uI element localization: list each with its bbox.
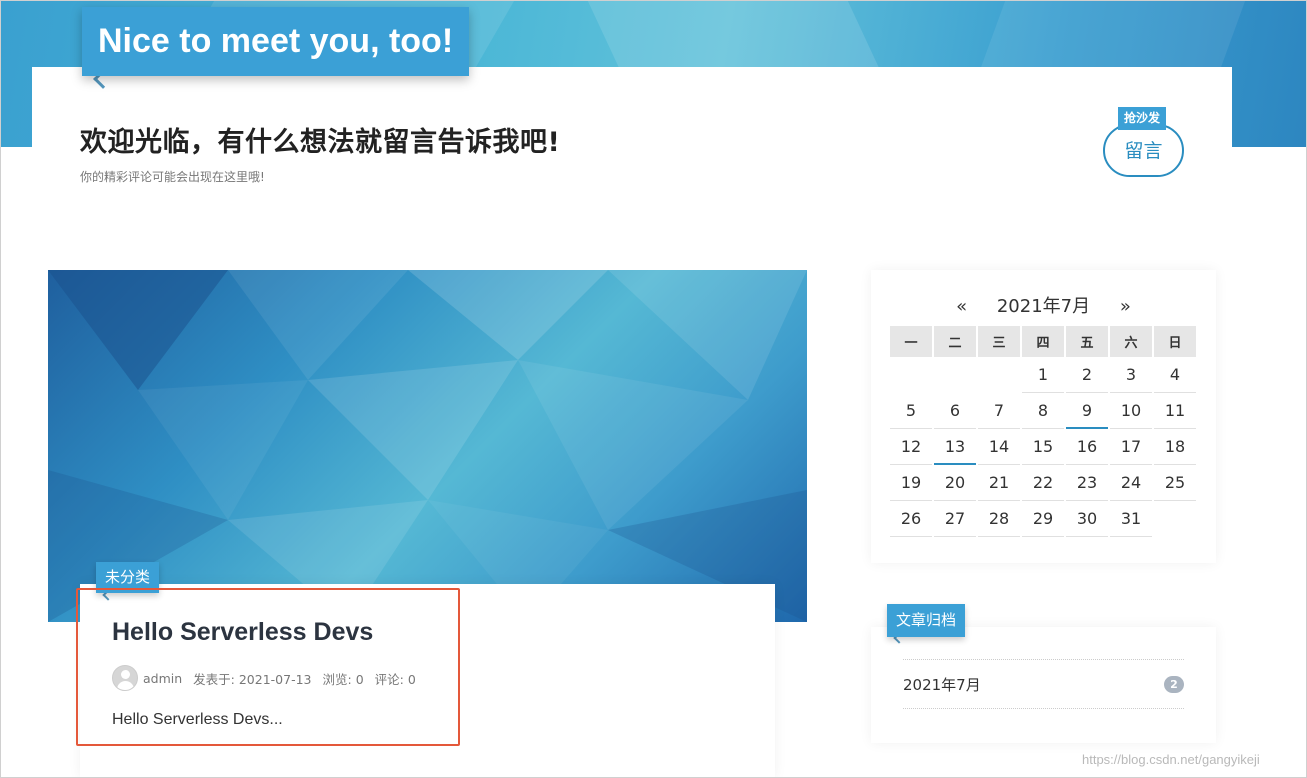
calendar-day: 14 — [978, 429, 1020, 465]
calendar-day: 11 — [1154, 393, 1196, 429]
calendar-table: 一二三四五六日 1 2 3 4 5 6 7 8 9 10 11 12 13 14 15 16 17 18 19 20 2… — [888, 326, 1198, 537]
weekday-header: 五 — [1066, 326, 1108, 357]
post-thumbnail[interactable] — [48, 270, 807, 622]
site-title[interactable]: Nice to meet you, too! — [82, 7, 470, 76]
calendar-empty-cell — [890, 357, 932, 393]
calendar-day: 1 — [1022, 357, 1064, 393]
post-date: 发表于: 2021-07-13 — [193, 671, 312, 687]
polygon-pattern — [48, 270, 807, 622]
weekday-header: 一 — [890, 326, 932, 357]
calendar-day: 8 — [1022, 393, 1064, 429]
calendar-empty-cell — [934, 357, 976, 393]
archive-item-count: 2 — [1164, 675, 1184, 693]
calendar-day: 4 — [1154, 357, 1196, 393]
post-excerpt: Hello Serverless Devs... — [112, 711, 283, 728]
next-month-link[interactable]: » — [1120, 296, 1131, 317]
weekday-header: 六 — [1110, 326, 1152, 357]
post-meta: admin 发表于: 2021-07-13 浏览: 0 评论: 0 — [112, 665, 427, 691]
calendar-day: 27 — [934, 501, 976, 537]
author-avatar[interactable] — [112, 665, 138, 691]
calendar-day: 10 — [1110, 393, 1152, 429]
author-name[interactable]: admin — [143, 671, 182, 686]
calendar-day: 7 — [978, 393, 1020, 429]
calendar-day: 16 — [1066, 429, 1108, 465]
calendar-day: 20 — [934, 465, 976, 501]
leave-message-button[interactable]: 留言 — [1103, 124, 1184, 177]
welcome-subtitle: 你的精彩评论可能会出现在这里哦! — [80, 170, 265, 184]
calendar-week-row: 1234 — [890, 357, 1196, 393]
calendar-day: 5 — [890, 393, 932, 429]
post-comments: 评论: 0 — [374, 671, 416, 687]
calendar-day: 26 — [890, 501, 932, 537]
prev-month-link[interactable]: « — [956, 296, 967, 317]
calendar-day[interactable]: 9 — [1066, 393, 1108, 429]
weekday-header: 二 — [934, 326, 976, 357]
calendar-week-row: 26 27 28 29 30 31 — [890, 501, 1196, 537]
archive-title: 文章归档 — [887, 604, 966, 637]
calendar-month-label: 2021年7月 — [996, 296, 1091, 317]
calendar-day: 3 — [1110, 357, 1152, 393]
calendar-day: 28 — [978, 501, 1020, 537]
calendar-day: 22 — [1022, 465, 1064, 501]
calendar-header: « 2021年7月 » — [871, 292, 1216, 318]
sofa-badge: 抢沙发 — [1118, 107, 1167, 130]
calendar-empty-cell — [978, 357, 1020, 393]
weekday-header: 日 — [1154, 326, 1196, 357]
calendar-day: 24 — [1110, 465, 1152, 501]
calendar-empty-cell — [1154, 501, 1196, 537]
calendar-day: 2 — [1066, 357, 1108, 393]
calendar-day: 6 — [934, 393, 976, 429]
calendar-day[interactable]: 13 — [934, 429, 976, 465]
post-views: 浏览: 0 — [322, 671, 364, 687]
calendar-day: 23 — [1066, 465, 1108, 501]
calendar-week-row: 12 13 14 15 16 17 18 — [890, 429, 1196, 465]
weekday-header: 四 — [1022, 326, 1064, 357]
calendar-week-row: 19 20 21 22 23 24 25 — [890, 465, 1196, 501]
calendar-day: 25 — [1154, 465, 1196, 501]
calendar-day: 29 — [1022, 501, 1064, 537]
calendar-day: 30 — [1066, 501, 1108, 537]
calendar-day: 21 — [978, 465, 1020, 501]
archive-item[interactable]: 2021年7月 2 — [903, 659, 1184, 709]
post-title[interactable]: Hello Serverless Devs — [112, 618, 373, 647]
calendar-day: 12 — [890, 429, 932, 465]
archive-item-label[interactable]: 2021年7月 — [903, 674, 981, 695]
watermark: https://blog.csdn.net/gangyikeji — [1082, 752, 1260, 767]
calendar-day: 19 — [890, 465, 932, 501]
weekday-header: 三 — [978, 326, 1020, 357]
calendar-day: 18 — [1154, 429, 1196, 465]
welcome-title: 欢迎光临，有什么想法就留言告诉我吧! — [80, 127, 561, 158]
category-tag[interactable]: 未分类 — [96, 562, 160, 593]
calendar-day: 15 — [1022, 429, 1064, 465]
calendar-week-row: 5 6 7 8 9 10 11 — [890, 393, 1196, 429]
calendar-day: 31 — [1110, 501, 1152, 537]
calendar-day: 17 — [1110, 429, 1152, 465]
